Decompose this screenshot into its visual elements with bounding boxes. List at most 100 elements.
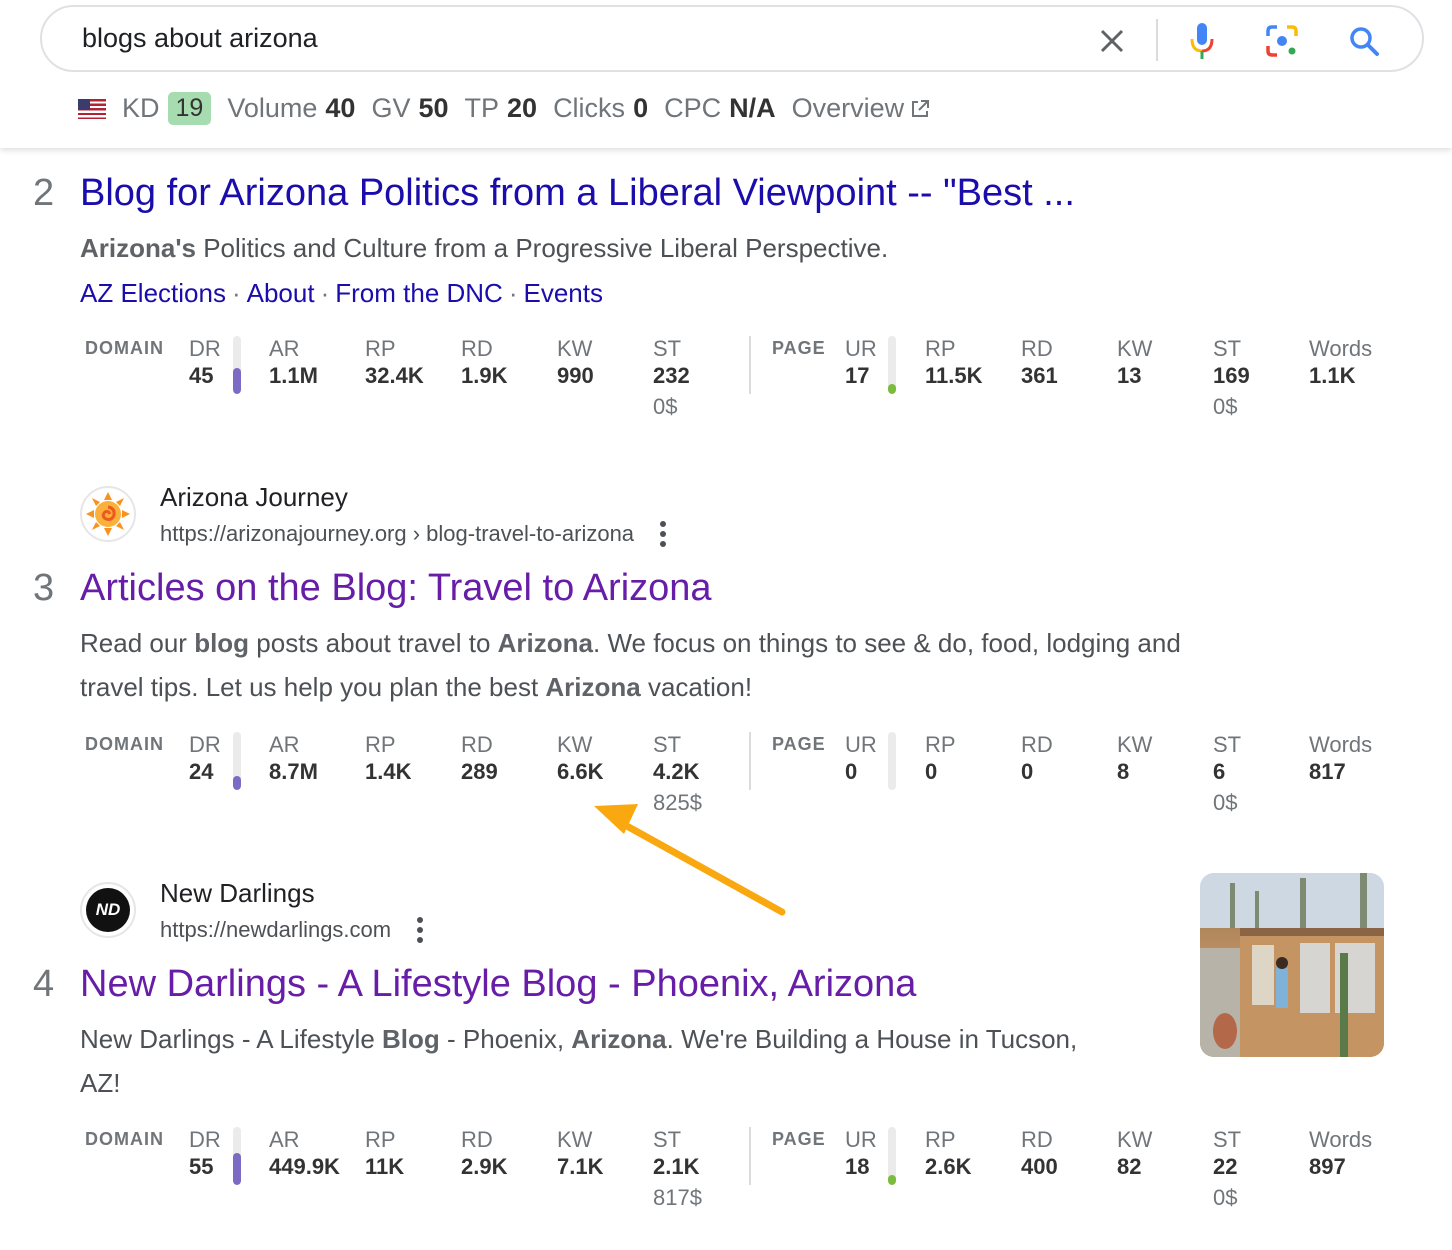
dr-rating-fill bbox=[233, 776, 241, 790]
snippet-bold: Arizona's bbox=[80, 233, 196, 263]
st-traffic-value: 0$ bbox=[1213, 394, 1238, 419]
domain-rp-metric: RP 11K bbox=[365, 1127, 404, 1181]
page-section-label: PAGE bbox=[772, 1129, 826, 1149]
kw-value: 7.1K bbox=[557, 1154, 604, 1179]
page-rd-metric: RD 0 bbox=[1021, 732, 1053, 786]
st-label: ST bbox=[1213, 336, 1242, 361]
sitelink-about[interactable]: About bbox=[247, 278, 315, 308]
dr-value: 55 bbox=[189, 1154, 214, 1179]
search-icon[interactable] bbox=[1344, 21, 1384, 61]
rp-label: RP bbox=[925, 732, 956, 757]
page-ur-metric: UR 0 bbox=[845, 732, 877, 786]
kd-label: KD bbox=[122, 93, 160, 123]
metrics-divider bbox=[749, 732, 751, 790]
site-url[interactable]: https://arizonajourney.org › blog-travel… bbox=[160, 514, 634, 554]
result-title-link[interactable]: New Darlings - A Lifestyle Blog - Phoeni… bbox=[80, 963, 916, 1006]
snippet-text: - Phoenix, bbox=[439, 1024, 572, 1054]
sitelink-from-the-dnc[interactable]: From the DNC bbox=[335, 278, 503, 308]
us-flag-icon bbox=[78, 98, 106, 119]
domain-kw-metric: KW 6.6K bbox=[557, 732, 603, 786]
result-rank: 3 bbox=[33, 567, 55, 609]
dr-label: DR bbox=[189, 1127, 221, 1152]
snippet-text: . We're Building a House in Tucson, bbox=[666, 1024, 1078, 1054]
domain-rd-metric: RD 289 bbox=[461, 732, 498, 786]
rd-label: RD bbox=[461, 1127, 493, 1152]
words-label: Words bbox=[1309, 1127, 1373, 1152]
search-box[interactable]: blogs about arizona bbox=[40, 5, 1424, 72]
domain-ar-metric: AR 449.9K bbox=[269, 1127, 340, 1181]
st-label: ST bbox=[1213, 1127, 1242, 1152]
more-options-icon[interactable] bbox=[413, 915, 427, 945]
more-options-icon[interactable] bbox=[656, 519, 670, 549]
domain-section-label: DOMAIN bbox=[85, 338, 164, 358]
rp-value: 32.4K bbox=[365, 363, 424, 388]
rd-value: 289 bbox=[461, 759, 498, 784]
st-value: 22 bbox=[1213, 1154, 1238, 1179]
rp-label: RP bbox=[365, 336, 396, 361]
volume-label: Volume bbox=[227, 93, 318, 123]
kw-label: KW bbox=[557, 732, 593, 757]
dr-rating-bar bbox=[233, 1127, 241, 1185]
rd-label: RD bbox=[461, 732, 493, 757]
site-name[interactable]: Arizona Journey bbox=[160, 480, 670, 514]
page-kw-metric: KW 82 bbox=[1117, 1127, 1152, 1181]
overview-label[interactable]: Overview bbox=[792, 93, 905, 124]
ar-value: 449.9K bbox=[269, 1154, 340, 1179]
snippet-text: Read our bbox=[80, 628, 195, 658]
domain-st-metric: ST 2.1K 817$ bbox=[653, 1127, 702, 1215]
sitelink-az-elections[interactable]: AZ Elections bbox=[80, 278, 226, 308]
kw-label: KW bbox=[1117, 1127, 1153, 1152]
external-link-icon bbox=[912, 99, 930, 117]
clicks-value: 0 bbox=[633, 93, 649, 123]
result-title-link[interactable]: Articles on the Blog: Travel to Arizona bbox=[80, 567, 712, 610]
domain-dr-metric: DR 55 bbox=[189, 1127, 221, 1181]
page-ur-metric: UR 18 bbox=[845, 1127, 877, 1181]
site-info: Arizona Journey https://arizonajourney.o… bbox=[80, 480, 670, 554]
kw-value: 82 bbox=[1117, 1154, 1142, 1179]
page-rd-metric: RD 361 bbox=[1021, 336, 1058, 390]
snippet-text: New Darlings - A Lifestyle bbox=[80, 1024, 383, 1054]
site-name[interactable]: New Darlings bbox=[160, 876, 427, 910]
result-thumbnail[interactable] bbox=[1200, 873, 1384, 1057]
words-value: 897 bbox=[1309, 1154, 1346, 1179]
dr-rating-bar bbox=[233, 336, 241, 394]
st-label: ST bbox=[1213, 732, 1242, 757]
kw-value: 13 bbox=[1117, 363, 1142, 388]
ar-label: AR bbox=[269, 336, 300, 361]
ur-rating-bar bbox=[888, 1127, 896, 1185]
rd-value: 361 bbox=[1021, 363, 1058, 388]
ur-label: UR bbox=[845, 336, 877, 361]
site-url[interactable]: https://newdarlings.com bbox=[160, 910, 391, 950]
result-snippet: Read our blog posts about travel to Ariz… bbox=[80, 621, 1181, 709]
ur-rating-fill bbox=[888, 384, 896, 394]
search-divider bbox=[1156, 19, 1158, 61]
volume-value: 40 bbox=[325, 93, 356, 123]
rp-label: RP bbox=[365, 732, 396, 757]
rp-value: 11K bbox=[365, 1154, 405, 1179]
overview-link[interactable]: Overview bbox=[792, 93, 931, 124]
rd-label: RD bbox=[1021, 732, 1053, 757]
domain-rd-metric: RD 1.9K bbox=[461, 336, 507, 390]
keyword-metrics-bar: KD 19 Volume 40 GV 50 TP 20 Clicks 0 CPC… bbox=[78, 92, 930, 125]
new-darlings-favicon: ND bbox=[80, 882, 136, 938]
search-header: blogs about arizona KD 19 Volume 40 GV 5… bbox=[0, 0, 1452, 148]
domain-rp-metric: RP 1.4K bbox=[365, 732, 411, 786]
domain-kw-metric: KW 990 bbox=[557, 336, 594, 390]
google-lens-icon[interactable] bbox=[1262, 21, 1302, 61]
sitelink-events[interactable]: Events bbox=[524, 278, 604, 308]
close-icon[interactable] bbox=[1092, 21, 1132, 61]
separator: · bbox=[231, 278, 241, 308]
microphone-icon[interactable] bbox=[1182, 21, 1222, 61]
domain-rd-metric: RD 2.9K bbox=[461, 1127, 507, 1181]
snippet-text: AZ! bbox=[80, 1068, 121, 1098]
separator: · bbox=[320, 278, 330, 308]
result-rank: 2 bbox=[33, 172, 55, 214]
dr-rating-bar bbox=[233, 732, 241, 790]
snippet-text: . We focus on things to see & do, food, … bbox=[593, 628, 1181, 658]
st-traffic-value: 817$ bbox=[653, 1185, 702, 1210]
ur-rating-bar bbox=[888, 336, 896, 394]
page-ur-metric: UR 17 bbox=[845, 336, 877, 390]
domain-dr-metric: DR 45 bbox=[189, 336, 221, 390]
search-input[interactable]: blogs about arizona bbox=[82, 23, 318, 54]
result-title-link[interactable]: Blog for Arizona Politics from a Liberal… bbox=[80, 172, 1075, 215]
